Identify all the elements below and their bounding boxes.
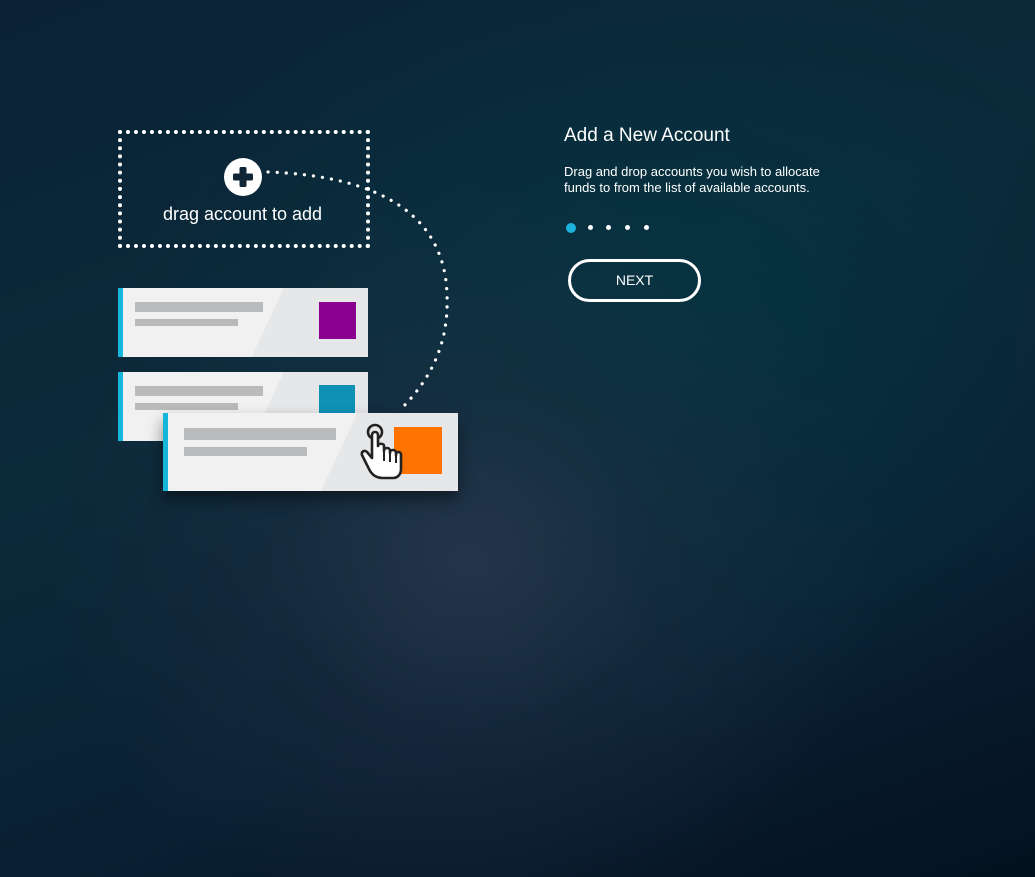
page-title: Add a New Account <box>564 125 730 146</box>
account-card-color-swatch <box>319 385 355 415</box>
account-card-dragging[interactable] <box>163 413 458 491</box>
account-card-color-swatch <box>319 302 356 339</box>
page-description: Drag and drop accounts you wish to alloc… <box>564 164 820 195</box>
account-card-title-placeholder <box>135 386 263 396</box>
account-card-subtitle-placeholder <box>184 447 307 456</box>
hand-pointer-icon <box>360 423 403 480</box>
plus-circle-icon <box>224 158 262 196</box>
step-dot-3[interactable] <box>606 225 611 230</box>
step-dot-1[interactable] <box>566 223 576 233</box>
step-dot-4[interactable] <box>625 225 630 230</box>
step-dot-2[interactable] <box>588 225 593 230</box>
account-card-subtitle-placeholder <box>135 319 238 326</box>
next-button[interactable]: NEXT <box>568 259 701 302</box>
account-card-subtitle-placeholder <box>135 403 238 410</box>
info-panel: Add a New Account Drag and drop accounts… <box>564 124 864 195</box>
onboarding-illustration: drag account to add <box>0 0 1035 877</box>
drop-zone-label: drag account to add <box>162 204 323 224</box>
account-card[interactable] <box>118 288 368 357</box>
account-card-title-placeholder <box>184 428 336 440</box>
step-dot-5[interactable] <box>644 225 649 230</box>
account-card-title-placeholder <box>135 302 263 312</box>
